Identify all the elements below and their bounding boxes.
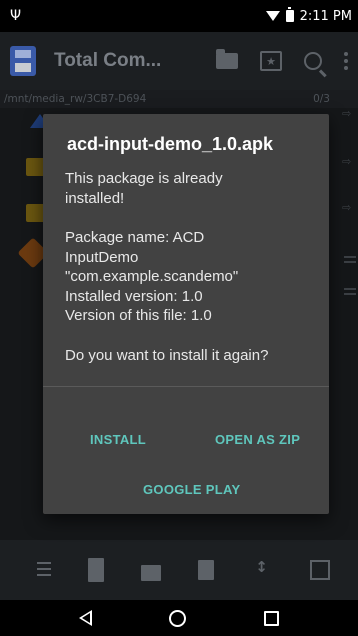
dialog-divider bbox=[43, 386, 329, 387]
search-icon[interactable] bbox=[304, 52, 322, 70]
overflow-menu-icon[interactable] bbox=[344, 52, 348, 70]
wifi-icon bbox=[265, 11, 280, 21]
app-title: Total Com... bbox=[54, 50, 162, 71]
dialog-message: This package is already installed! Packa… bbox=[65, 169, 323, 365]
app-toolbar: Total Com... ★ bbox=[0, 32, 358, 90]
home-icon[interactable] bbox=[169, 609, 187, 627]
selection-count: 0/3 bbox=[313, 93, 330, 105]
app-icon[interactable] bbox=[10, 46, 36, 76]
battery-icon bbox=[285, 7, 294, 22]
message-line: Do you want to install it again? bbox=[65, 346, 269, 364]
delete-icon[interactable] bbox=[197, 560, 214, 580]
bottom-toolbar: ↕ bbox=[0, 540, 358, 600]
install-dialog: acd-input-demo_1.0.apk This package is a… bbox=[43, 114, 329, 514]
arrow-right-icon: ⇨ bbox=[342, 155, 352, 168]
select-icon[interactable] bbox=[29, 558, 51, 582]
status-bar: Ψ 2:11 PM bbox=[0, 0, 358, 32]
arrow-right-icon: ⇨ bbox=[342, 107, 352, 120]
arrow-right-icon: ⇨ bbox=[342, 201, 352, 214]
install-button[interactable]: INSTALL bbox=[90, 432, 146, 447]
message-line: Installed version: 1.0 bbox=[65, 287, 203, 305]
status-clock: 2:11 PM bbox=[299, 8, 352, 24]
message-gap bbox=[65, 208, 323, 228]
copy-icon[interactable] bbox=[140, 565, 161, 581]
toolbar-actions: ★ bbox=[216, 49, 348, 71]
message-line: This package is already bbox=[65, 170, 223, 187]
message-line: Package name: ACD bbox=[65, 229, 205, 246]
new-file-icon[interactable] bbox=[87, 558, 104, 582]
equals-icon bbox=[344, 256, 356, 263]
dual-panel-icon[interactable] bbox=[309, 560, 330, 580]
recents-icon[interactable] bbox=[264, 610, 280, 626]
folder-icon[interactable] bbox=[216, 49, 238, 69]
message-line: Version of this file: 1.0 bbox=[65, 307, 212, 324]
back-icon[interactable] bbox=[78, 610, 92, 626]
path-bar: /mnt/media_rw/3CB7-D694 0/3 bbox=[0, 90, 358, 108]
open-as-zip-button[interactable]: OPEN AS ZIP bbox=[215, 432, 300, 447]
message-line: "com.example.scandemo" bbox=[65, 268, 239, 285]
usb-icon: Ψ bbox=[10, 8, 22, 24]
sort-icon[interactable]: ↕ bbox=[251, 558, 273, 582]
message-line: installed! bbox=[65, 189, 125, 207]
current-path: /mnt/media_rw/3CB7-D694 bbox=[4, 93, 147, 105]
equals-icon bbox=[344, 288, 356, 295]
google-play-button[interactable]: GOOGLE PLAY bbox=[143, 482, 240, 497]
message-line: InputDemo bbox=[65, 248, 139, 266]
message-gap bbox=[65, 326, 323, 346]
status-right: 2:11 PM bbox=[265, 7, 352, 24]
dialog-title: acd-input-demo_1.0.apk bbox=[67, 134, 274, 154]
bookmark-star-icon[interactable]: ★ bbox=[260, 51, 282, 71]
navigation-bar bbox=[0, 600, 358, 636]
